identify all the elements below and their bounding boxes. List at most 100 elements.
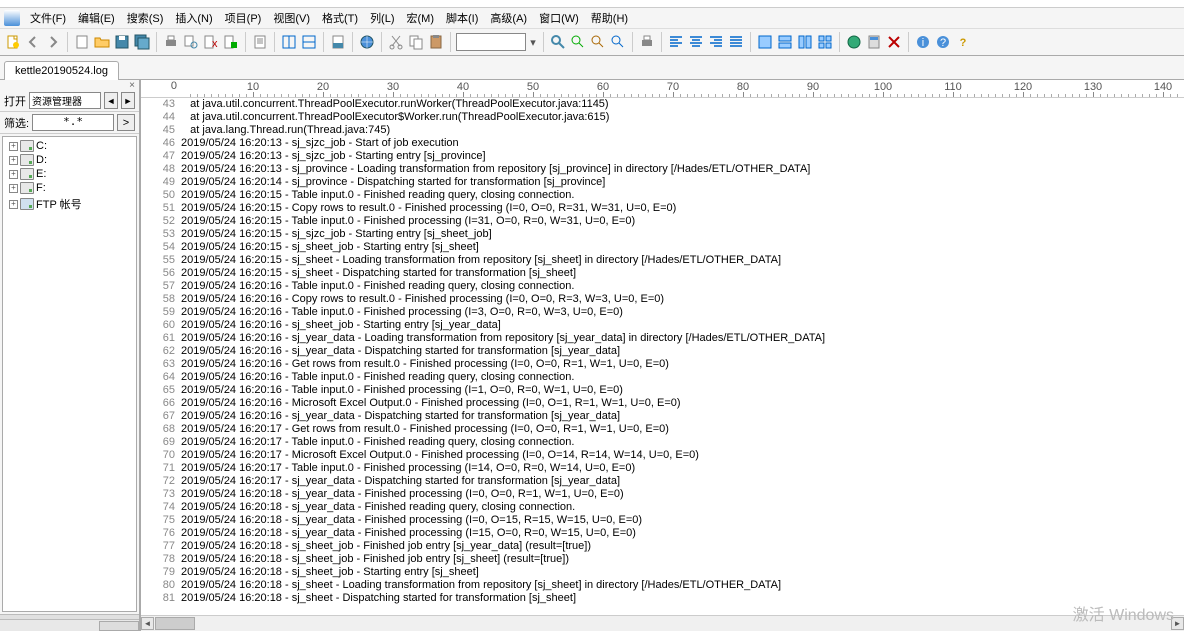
x-icon[interactable] <box>885 33 903 51</box>
menu-macro[interactable]: 宏(M) <box>401 8 441 28</box>
code-line[interactable]: 522019/05/24 16:20:15 - Table input.0 - … <box>141 215 1184 228</box>
cut-icon[interactable] <box>387 33 405 51</box>
menu-insert[interactable]: 插入(N) <box>169 8 218 28</box>
expand-icon[interactable]: + <box>9 170 18 179</box>
new-doc-icon[interactable] <box>4 33 22 51</box>
menu-view[interactable]: 视图(V) <box>267 8 316 28</box>
globe-icon[interactable] <box>358 33 376 51</box>
nav-prev-icon[interactable]: ◄ <box>104 92 118 109</box>
back-icon[interactable] <box>24 33 42 51</box>
preview-icon[interactable] <box>182 33 200 51</box>
tree-item[interactable]: +E: <box>5 167 134 181</box>
h-scrollbar[interactable]: ◄ ► <box>141 615 1184 631</box>
code-line[interactable]: 43 at java.util.concurrent.ThreadPoolExe… <box>141 98 1184 111</box>
explorer-combo[interactable]: 资源管理器 <box>29 92 101 109</box>
code-line[interactable]: 772019/05/24 16:20:18 - sj_sheet_job - F… <box>141 540 1184 553</box>
page-icon[interactable] <box>73 33 91 51</box>
calc-icon[interactable] <box>865 33 883 51</box>
code-line[interactable]: 742019/05/24 16:20:18 - sj_year_data - F… <box>141 501 1184 514</box>
menu-window[interactable]: 窗口(W) <box>533 8 585 28</box>
tab-active[interactable]: kettle20190524.log <box>4 61 119 80</box>
code-line[interactable]: 462019/05/24 16:20:13 - sj_sjzc_job - St… <box>141 137 1184 150</box>
code-line[interactable]: 792019/05/24 16:20:18 - sj_sheet_job - S… <box>141 566 1184 579</box>
expand-icon[interactable]: + <box>9 200 18 209</box>
print-icon[interactable] <box>162 33 180 51</box>
nav-next-icon[interactable]: ► <box>121 92 135 109</box>
win3-icon[interactable] <box>796 33 814 51</box>
code-line[interactable]: 45 at java.lang.Thread.run(Thread.java:7… <box>141 124 1184 137</box>
menu-help[interactable]: 帮助(H) <box>585 8 634 28</box>
filter-go-button[interactable]: > <box>117 114 135 131</box>
win1-icon[interactable] <box>756 33 774 51</box>
code-line[interactable]: 44 at java.util.concurrent.ThreadPoolExe… <box>141 111 1184 124</box>
menu-file[interactable]: 文件(F) <box>24 8 72 28</box>
code-line[interactable]: 702019/05/24 16:20:17 - Microsoft Excel … <box>141 449 1184 462</box>
paste-icon[interactable] <box>427 33 445 51</box>
toolbar-search-input[interactable] <box>456 33 526 51</box>
code-line[interactable]: 642019/05/24 16:20:16 - Table input.0 - … <box>141 371 1184 384</box>
align-c-icon[interactable] <box>687 33 705 51</box>
info-icon[interactable]: i <box>914 33 932 51</box>
expand-icon[interactable]: + <box>9 184 18 193</box>
code-line[interactable]: 672019/05/24 16:20:16 - sj_year_data - D… <box>141 410 1184 423</box>
code-line[interactable]: 782019/05/24 16:20:18 - sj_sheet_job - F… <box>141 553 1184 566</box>
win4-icon[interactable] <box>816 33 834 51</box>
print2-icon[interactable] <box>638 33 656 51</box>
menu-format[interactable]: 格式(T) <box>316 8 364 28</box>
menu-search[interactable]: 搜索(S) <box>121 8 170 28</box>
code-line[interactable]: 622019/05/24 16:20:16 - sj_year_data - D… <box>141 345 1184 358</box>
menu-script[interactable]: 脚本(I) <box>440 8 484 28</box>
code-line[interactable]: 512019/05/24 16:20:15 - Copy rows to res… <box>141 202 1184 215</box>
save-all-icon[interactable] <box>133 33 151 51</box>
page-b-icon[interactable] <box>329 33 347 51</box>
code-line[interactable]: 692019/05/24 16:20:17 - Table input.0 - … <box>141 436 1184 449</box>
scroll-thumb[interactable] <box>155 617 195 630</box>
code-line[interactable]: 652019/05/24 16:20:16 - Table input.0 - … <box>141 384 1184 397</box>
forward-icon[interactable] <box>44 33 62 51</box>
code-line[interactable]: 732019/05/24 16:20:18 - sj_year_data - F… <box>141 488 1184 501</box>
tree-item[interactable]: +D: <box>5 153 134 167</box>
folder-open-icon[interactable] <box>93 33 111 51</box>
find-a-icon[interactable] <box>569 33 587 51</box>
code-line[interactable]: 532019/05/24 16:20:15 - sj_sjzc_job - St… <box>141 228 1184 241</box>
text-area[interactable]: 43 at java.util.concurrent.ThreadPoolExe… <box>141 98 1184 615</box>
expand-icon[interactable]: + <box>9 156 18 165</box>
help-icon[interactable]: ? <box>934 33 952 51</box>
win-v-icon[interactable] <box>300 33 318 51</box>
tree-item[interactable]: +F: <box>5 181 134 195</box>
tree-item[interactable]: +C: <box>5 139 134 153</box>
page-x-icon[interactable]: x <box>202 33 220 51</box>
code-line[interactable]: 762019/05/24 16:20:18 - sj_year_data - F… <box>141 527 1184 540</box>
q-icon[interactable]: ? <box>954 33 972 51</box>
page-m-icon[interactable] <box>222 33 240 51</box>
save-icon[interactable] <box>113 33 131 51</box>
code-line[interactable]: 712019/05/24 16:20:17 - Table input.0 - … <box>141 462 1184 475</box>
code-line[interactable]: 492019/05/24 16:20:14 - sj_province - Di… <box>141 176 1184 189</box>
code-line[interactable]: 582019/05/24 16:20:16 - Copy rows to res… <box>141 293 1184 306</box>
scroll-left-icon[interactable]: ◄ <box>141 617 154 630</box>
code-line[interactable]: 592019/05/24 16:20:16 - Table input.0 - … <box>141 306 1184 319</box>
code-line[interactable]: 472019/05/24 16:20:13 - sj_sjzc_job - St… <box>141 150 1184 163</box>
code-line[interactable]: 542019/05/24 16:20:15 - sj_sheet_job - S… <box>141 241 1184 254</box>
panel-close-icon[interactable]: × <box>0 80 139 90</box>
code-line[interactable]: 602019/05/24 16:20:16 - sj_sheet_job - S… <box>141 319 1184 332</box>
copy-icon[interactable] <box>407 33 425 51</box>
menu-adv[interactable]: 高级(A) <box>484 8 533 28</box>
code-line[interactable]: 632019/05/24 16:20:16 - Get rows from re… <box>141 358 1184 371</box>
find-b-icon[interactable] <box>589 33 607 51</box>
code-line[interactable]: 752019/05/24 16:20:18 - sj_year_data - F… <box>141 514 1184 527</box>
win2-icon[interactable] <box>776 33 794 51</box>
globe2-icon[interactable] <box>845 33 863 51</box>
menu-edit[interactable]: 编辑(E) <box>72 8 121 28</box>
toolbar-dropdown-icon[interactable]: ▾ <box>528 36 538 49</box>
expand-icon[interactable]: + <box>9 142 18 151</box>
find-c-icon[interactable] <box>609 33 627 51</box>
menu-column[interactable]: 列(L) <box>364 8 400 28</box>
code-line[interactable]: 572019/05/24 16:20:16 - Table input.0 - … <box>141 280 1184 293</box>
drive-tree[interactable]: +C:+D:+E:+F:+FTP 帐号 <box>2 136 137 612</box>
tree-item[interactable]: +FTP 帐号 <box>5 195 134 213</box>
find-icon[interactable] <box>549 33 567 51</box>
code-line[interactable]: 562019/05/24 16:20:15 - sj_sheet - Dispa… <box>141 267 1184 280</box>
align-r-icon[interactable] <box>707 33 725 51</box>
code-line[interactable]: 812019/05/24 16:20:18 - sj_sheet - Dispa… <box>141 592 1184 605</box>
